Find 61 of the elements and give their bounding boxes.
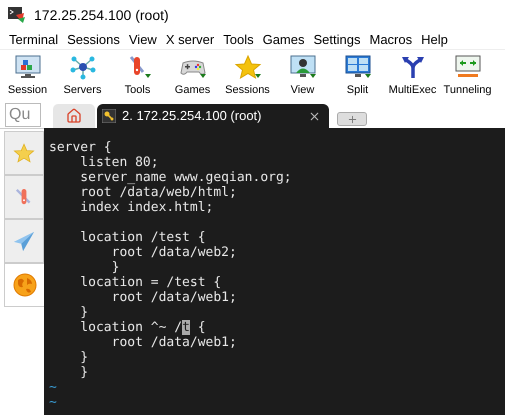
code-line: root /data/web1; bbox=[110, 290, 237, 305]
menu-item[interactable]: X server bbox=[166, 30, 214, 50]
window-title: 172.25.254.100 (root) bbox=[34, 6, 169, 25]
star-icon bbox=[12, 141, 36, 165]
code-line: root /data/web1; bbox=[110, 335, 237, 350]
empty-line-marker: ~ bbox=[49, 395, 57, 410]
app-logo-icon bbox=[8, 7, 26, 23]
menu-item[interactable]: Macros bbox=[369, 30, 412, 50]
empty-line-marker: ~ bbox=[49, 380, 57, 395]
code-line: root /data/web2; bbox=[110, 245, 237, 260]
menu-item[interactable]: Help bbox=[421, 30, 448, 50]
code-line: } bbox=[79, 305, 88, 320]
code-line: } bbox=[110, 260, 120, 275]
toolbar-button[interactable]: MultiExec bbox=[385, 54, 440, 98]
code-line: index index.html; bbox=[79, 200, 214, 215]
text-cursor: t bbox=[182, 320, 190, 335]
side-tab[interactable] bbox=[4, 175, 44, 219]
code-line: { bbox=[196, 320, 206, 335]
toolbar-button[interactable]: Games bbox=[165, 54, 220, 98]
menu-item[interactable]: Settings bbox=[314, 30, 360, 50]
plus-icon bbox=[346, 114, 358, 124]
toolbar-button[interactable]: Servers bbox=[55, 54, 110, 98]
quick-connect-field[interactable]: Qu bbox=[5, 103, 41, 127]
code-line: location ^~ / bbox=[79, 320, 182, 335]
new-tab-button[interactable] bbox=[337, 112, 367, 126]
menu-item[interactable]: View bbox=[128, 30, 157, 50]
menu-item[interactable]: Games bbox=[262, 30, 304, 50]
menu-item[interactable]: Terminal bbox=[9, 30, 58, 50]
menu-item[interactable]: Tools bbox=[223, 30, 254, 50]
star-icon bbox=[232, 54, 262, 80]
toolbar-button[interactable]: Sessions bbox=[220, 54, 275, 98]
globe-icon bbox=[12, 272, 38, 298]
home-icon bbox=[66, 108, 82, 124]
toolbar-button[interactable]: Session bbox=[0, 54, 55, 98]
menu-item[interactable]: Sessions bbox=[67, 30, 120, 50]
terminal[interactable] bbox=[44, 128, 505, 415]
code-line: } bbox=[79, 365, 88, 380]
session-tab[interactable]: 2. 172.25.254.100 (root) bbox=[97, 104, 329, 128]
toolbar-button[interactable]: View bbox=[275, 54, 330, 98]
code-line: server { bbox=[49, 140, 112, 155]
tab-label: 2. 172.25.254.100 (root) bbox=[122, 107, 262, 126]
key-icon bbox=[102, 109, 116, 123]
close-icon[interactable] bbox=[308, 110, 321, 122]
code-line: server_name www.geqian.org; bbox=[79, 170, 292, 185]
code-line: location = /test { bbox=[79, 275, 222, 290]
paper-plane-icon bbox=[12, 229, 36, 253]
monitor-icon bbox=[12, 54, 42, 80]
code-line: listen 80; bbox=[79, 155, 159, 170]
code-line: root /data/web/html; bbox=[79, 185, 237, 200]
toolbar-button[interactable]: Tunneling bbox=[440, 54, 495, 98]
home-tab[interactable] bbox=[53, 104, 95, 128]
side-tab[interactable] bbox=[4, 219, 44, 263]
toolbar-button[interactable]: Split bbox=[330, 54, 385, 98]
network-icon bbox=[68, 54, 98, 80]
split-screen-icon bbox=[342, 54, 372, 80]
tunnel-monitor-icon bbox=[452, 54, 482, 80]
code-line: } bbox=[79, 350, 88, 365]
monitor-user-icon bbox=[288, 54, 318, 80]
toolbar-button[interactable]: Tools bbox=[110, 54, 165, 98]
side-tab[interactable] bbox=[4, 263, 44, 307]
code-line: location /test { bbox=[79, 230, 206, 245]
